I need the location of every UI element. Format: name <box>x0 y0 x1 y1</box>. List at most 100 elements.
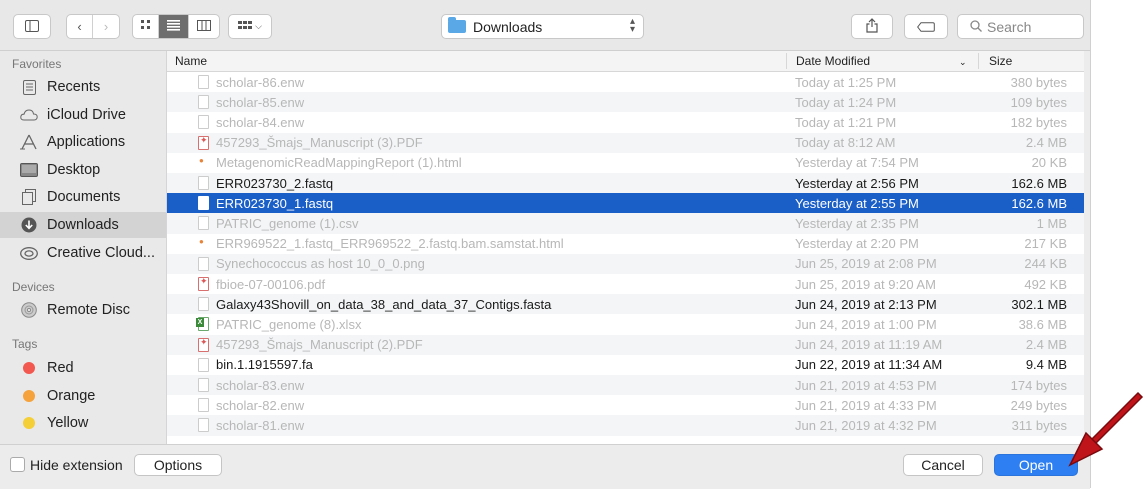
file-name: scholar-83.enw <box>216 377 305 393</box>
search-field[interactable]: Search <box>957 14 1084 39</box>
sidebar-item-applications[interactable]: Applications <box>0 129 166 155</box>
spreadsheet-file-icon <box>196 317 209 332</box>
sidebar-item-creative-cloud[interactable]: Creative Cloud... <box>0 240 166 266</box>
column-view-button[interactable] <box>189 15 219 38</box>
file-row[interactable]: ERR023730_2.fastq Yesterday at 2:56 PM 162… <box>167 173 1084 194</box>
file-row[interactable]: Galaxy43Shovill_on_data_38_and_data_37_C… <box>167 294 1084 315</box>
file-size: 162.6 MB <box>1011 195 1067 211</box>
sidebar-item-label: Creative Cloud... <box>47 245 155 261</box>
hide-extension-checkbox[interactable] <box>10 457 25 472</box>
bottom-bar: Hide extension Options Cancel Open <box>0 444 1090 489</box>
cancel-button[interactable]: Cancel <box>903 454 983 476</box>
file-row-selected[interactable]: ERR023730_1.fastq Yesterday at 2:55 PM 162… <box>167 193 1084 214</box>
grid-icon <box>140 19 152 34</box>
list-view-button[interactable] <box>159 15 189 38</box>
sidebar-item-tag-yellow[interactable]: Yellow <box>0 410 166 436</box>
file-date: Jun 21, 2019 at 4:53 PM <box>795 377 937 393</box>
file-row[interactable]: scholar-85.enw Today at 1:24 PM 109 bytes <box>167 92 1084 113</box>
file-row[interactable]: fbioe-07-00106.pdf Jun 25, 2019 at 9:20 A… <box>167 274 1084 294</box>
html-file-icon <box>198 237 209 251</box>
sidebar-item-downloads[interactable]: Downloads <box>0 212 166 238</box>
file-row[interactable]: PATRIC_genome (8).xlsx Jun 24, 2019 at 1:… <box>167 314 1084 334</box>
sidebar-item-remote-disc[interactable]: Remote Disc <box>0 297 166 323</box>
devices-heading: Devices <box>12 280 55 294</box>
creative-cloud-icon <box>20 245 38 261</box>
file-row[interactable]: scholar-82.enw Jun 21, 2019 at 4:33 PM 249… <box>167 395 1084 415</box>
location-popup[interactable]: Downloads ▴ ▾ <box>441 14 644 39</box>
yellow-tag-dot-icon <box>23 417 35 429</box>
file-date: Yesterday at 2:20 PM <box>795 236 919 252</box>
file-row[interactable]: 457293_Šmajs_Manuscript (3).PDF Today at … <box>167 132 1084 153</box>
location-label: Downloads <box>473 18 543 35</box>
column-divider[interactable] <box>786 53 787 69</box>
desktop-icon <box>20 162 38 178</box>
sidebar-item-tag-red[interactable]: Red <box>0 355 166 381</box>
sidebar-item-label: Red <box>47 360 74 376</box>
file-date: Today at 1:21 PM <box>795 114 897 130</box>
sidebar-item-icloud-drive[interactable]: iCloud Drive <box>0 102 166 128</box>
file-date: Jun 24, 2019 at 1:00 PM <box>795 316 937 332</box>
file-row[interactable]: ERR969522_1.fastq_ERR969522_2.fastq.bam.… <box>167 234 1084 254</box>
html-file-icon <box>198 156 209 170</box>
file-date: Jun 22, 2019 at 11:34 AM <box>795 357 943 373</box>
file-date: Yesterday at 2:56 PM <box>795 175 919 191</box>
file-row[interactable]: scholar-84.enw Today at 1:21 PM 182 bytes <box>167 112 1084 132</box>
file-date: Yesterday at 2:55 PM <box>795 195 919 211</box>
sidebar-item-desktop[interactable]: Desktop <box>0 157 166 183</box>
file-row[interactable]: PATRIC_genome (1).csv Yesterday at 2:35 P… <box>167 213 1084 234</box>
forward-button[interactable]: › <box>93 15 119 38</box>
file-date: Yesterday at 7:54 PM <box>795 155 919 171</box>
document-file-icon <box>198 176 209 191</box>
file-name: Galaxy43Shovill_on_data_38_and_data_37_C… <box>216 296 552 312</box>
sidebar-toggle-button[interactable] <box>13 14 51 39</box>
column-date-header[interactable]: Date Modified <box>796 54 870 68</box>
file-row[interactable]: scholar-81.enw Jun 21, 2019 at 4:32 PM 311… <box>167 415 1084 436</box>
search-placeholder: Search <box>987 18 1032 35</box>
column-name-header[interactable]: Name <box>175 54 207 68</box>
file-row[interactable]: Synechococcus as host 10_0_0.png Jun 25, … <box>167 253 1084 274</box>
column-header: Name Date Modified ⌄ Size <box>167 51 1084 72</box>
icon-view-button[interactable] <box>133 15 159 38</box>
disc-icon <box>20 302 38 318</box>
file-size: 162.6 MB <box>1011 175 1067 191</box>
file-size: 20 KB <box>1031 155 1067 171</box>
file-name: MetagenomicReadMappingReport (1).html <box>216 155 462 171</box>
favorites-heading: Favorites <box>12 57 62 71</box>
file-size: 492 KB <box>1024 276 1067 292</box>
pdf-file-icon <box>198 337 209 352</box>
chevron-left-icon: ‹ <box>77 19 82 34</box>
sidebar-icon <box>25 19 39 35</box>
pdf-file-icon <box>198 135 209 150</box>
tag-button[interactable] <box>904 14 948 39</box>
file-name: scholar-81.enw <box>216 417 305 433</box>
hide-extension-label: Hide extension <box>30 457 123 473</box>
file-row[interactable]: 457293_Šmajs_Manuscript (2).PDF Jun 24, 2… <box>167 334 1084 355</box>
share-icon <box>866 17 878 36</box>
column-size-header[interactable]: Size <box>989 54 1012 68</box>
sidebar-item-documents[interactable]: Documents <box>0 184 166 210</box>
file-size: 1 MB <box>1036 215 1067 231</box>
file-row[interactable]: scholar-86.enw Today at 1:25 PM 380 bytes <box>167 72 1084 92</box>
sidebar-item-tag-orange[interactable]: Orange <box>0 383 166 409</box>
file-name: PATRIC_genome (8).xlsx <box>216 316 362 332</box>
file-size: 38.6 MB <box>1018 316 1067 332</box>
file-size: 2.4 MB <box>1025 337 1067 353</box>
share-button[interactable] <box>851 14 893 39</box>
chevron-down-icon: ⌵ <box>255 21 262 31</box>
file-row[interactable]: scholar-83.enw Jun 21, 2019 at 4:53 PM 174… <box>167 375 1084 396</box>
file-row[interactable]: MetagenomicReadMappingReport (1).html Yes… <box>167 153 1084 173</box>
column-divider[interactable] <box>978 53 979 69</box>
file-size: 9.4 MB <box>1025 357 1067 373</box>
options-button[interactable]: Options <box>134 454 222 476</box>
file-name: scholar-82.enw <box>216 397 305 413</box>
open-file-dialog: ‹ › ⌵ Downloads ▴ ▾ Search Favorites Rec… <box>0 0 1091 489</box>
file-name: ERR969522_1.fastq_ERR969522_2.fastq.bam.… <box>216 236 564 252</box>
file-date: Today at 1:24 PM <box>795 94 897 110</box>
group-by-button[interactable]: ⌵ <box>228 14 272 39</box>
group-grid-icon <box>238 19 253 35</box>
orange-tag-dot-icon <box>23 390 35 402</box>
sidebar-item-recents[interactable]: Recents <box>0 74 166 100</box>
file-row[interactable]: bin.1.1915597.fa Jun 22, 2019 at 11:34 AM… <box>167 355 1084 375</box>
back-button[interactable]: ‹ <box>67 15 93 38</box>
documents-icon <box>20 189 38 205</box>
